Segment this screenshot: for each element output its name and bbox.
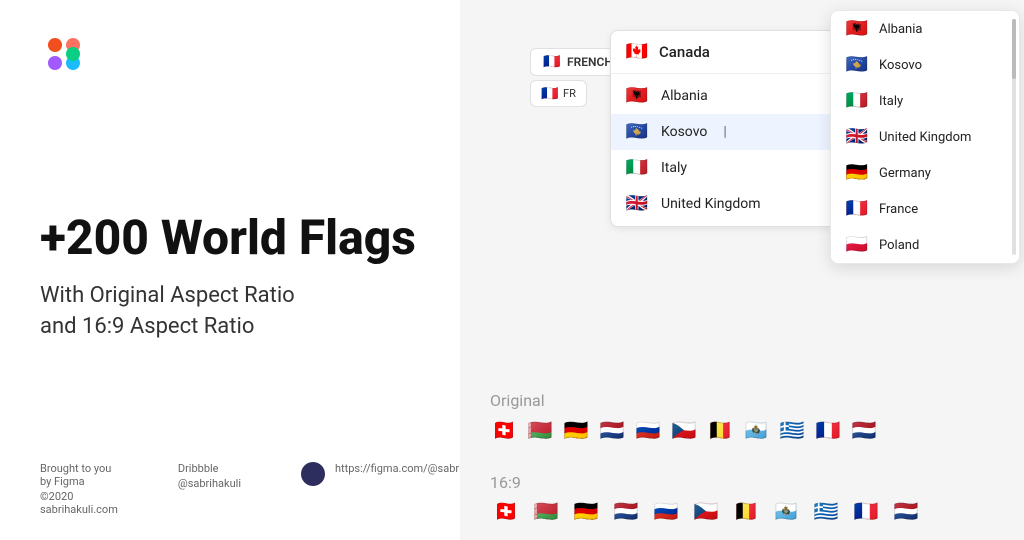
flag169-nl2: 🇳🇱 — [890, 502, 922, 520]
ratio-flags-row: 🇨🇭 🇧🇾 🇩🇪 🇳🇱 🇷🇺 🇨🇿 🇧🇪 🇸🇲 🇬🇷 🇫🇷 🇳🇱 — [490, 502, 1014, 520]
right-item-italy[interactable]: 🇮🇹 Italy — [831, 83, 1019, 119]
right-italy-flag: 🇮🇹 — [845, 93, 869, 109]
french-button-label: FRENCH — [567, 55, 613, 69]
original-flags-row: 🇨🇭 🇧🇾 🇩🇪 🇳🇱 🇷🇺 🇨🇿 🇧🇪 🇸🇲 🇬🇷 🇫🇷 🇳🇱 — [490, 420, 1014, 440]
flag-nl: 🇳🇱 — [598, 420, 626, 440]
uk-flag-main: 🇬🇧 — [625, 196, 649, 212]
fr-badge[interactable]: 🇫🇷 FR — [530, 80, 587, 107]
right-germany-flag: 🇩🇪 — [845, 165, 869, 181]
canada-flag-icon: 🇨🇦 — [625, 44, 649, 60]
right-france-flag: 🇫🇷 — [845, 201, 869, 217]
right-item-albania[interactable]: 🇦🇱 Albania — [831, 11, 1019, 47]
ratio-section: 16:9 🇨🇭 🇧🇾 🇩🇪 🇳🇱 🇷🇺 🇨🇿 🇧🇪 🇸🇲 🇬🇷 🇫🇷 🇳🇱 — [490, 473, 1014, 520]
right-item-poland[interactable]: 🇵🇱 Poland — [831, 227, 1019, 263]
original-section: Original 🇨🇭 🇧🇾 🇩🇪 🇳🇱 🇷🇺 🇨🇿 🇧🇪 🇸🇲 🇬🇷 🇫🇷 🇳… — [490, 391, 1014, 440]
flag169-ru: 🇷🇺 — [650, 502, 682, 520]
right-item-france[interactable]: 🇫🇷 France — [831, 191, 1019, 227]
flag-be: 🇧🇪 — [706, 420, 734, 440]
dribbble-link[interactable]: @sabrihakuli — [178, 477, 241, 490]
dropdown-item-albania[interactable]: 🇦🇱 Albania — [611, 78, 859, 114]
flag169-be: 🇧🇪 — [730, 502, 762, 520]
italy-label: Italy — [661, 160, 687, 176]
albania-label: Albania — [661, 88, 708, 104]
subtitle: With Original Aspect Ratioand 16:9 Aspec… — [40, 281, 420, 343]
right-albania-label: Albania — [879, 22, 922, 37]
scrollbar[interactable] — [1012, 19, 1016, 255]
right-panel: 🇫🇷 FRENCH 🇫🇷 FR 🇨🇦 Canada ▼ 🇦🇱 Albania 🇽… — [460, 0, 1024, 540]
uk-label: United Kingdom — [661, 196, 761, 212]
right-item-uk[interactable]: 🇬🇧 United Kingdom — [831, 119, 1019, 155]
flag169-cz: 🇨🇿 — [690, 502, 722, 520]
flag169-de: 🇩🇪 — [570, 502, 602, 520]
right-italy-label: Italy — [879, 94, 903, 109]
flag169-nl: 🇳🇱 — [610, 502, 642, 520]
scrollbar-thumb — [1012, 19, 1016, 79]
dropdown-selected[interactable]: 🇨🇦 Canada ▼ — [611, 31, 859, 74]
right-uk-label: United Kingdom — [879, 130, 971, 145]
left-panel: +200 World Flags With Original Aspect Ra… — [0, 0, 460, 540]
cursor-indicator: | — [723, 124, 726, 140]
footer: Brought to you by Figma ©2020 sabrihakul… — [40, 462, 491, 516]
ratio-label: 16:9 — [490, 473, 1014, 492]
footer-credit: Brought to you by Figma ©2020 sabrihakul… — [40, 462, 118, 516]
flag-fr-row: 🇫🇷 — [814, 420, 842, 440]
kosovo-label: Kosovo — [661, 124, 707, 140]
footer-dribbble: Dribbble @sabrihakuli — [178, 462, 241, 516]
right-uk-flag: 🇬🇧 — [845, 129, 869, 145]
figma-logo — [40, 30, 420, 102]
main-dropdown[interactable]: 🇨🇦 Canada ▼ 🇦🇱 Albania 🇽🇰 Kosovo | 🇮🇹 It… — [610, 30, 860, 227]
right-item-kosovo[interactable]: 🇽🇰 Kosovo — [831, 47, 1019, 83]
dropdown-list: 🇦🇱 Albania 🇽🇰 Kosovo | 🇮🇹 Italy 🇬🇧 Unite… — [611, 74, 859, 226]
dropdown-item-kosovo[interactable]: 🇽🇰 Kosovo | — [611, 114, 859, 150]
right-poland-label: Poland — [879, 238, 919, 253]
flag169-sm: 🇸🇲 — [770, 502, 802, 520]
flag169-ch: 🇨🇭 — [490, 502, 522, 520]
right-kosovo-label: Kosovo — [879, 58, 922, 73]
selected-country-label: Canada — [659, 43, 710, 61]
flag-nl2: 🇳🇱 — [850, 420, 878, 440]
flag-ch: 🇨🇭 — [490, 420, 518, 440]
flag-ru: 🇷🇺 — [634, 420, 662, 440]
right-poland-flag: 🇵🇱 — [845, 237, 869, 253]
dropdown-item-italy[interactable]: 🇮🇹 Italy — [611, 150, 859, 186]
right-kosovo-flag: 🇽🇰 — [845, 57, 869, 73]
right-item-germany[interactable]: 🇩🇪 Germany — [831, 155, 1019, 191]
italy-flag: 🇮🇹 — [625, 160, 649, 176]
original-label: Original — [490, 391, 1014, 410]
avatar — [301, 462, 325, 486]
dropdown-item-uk[interactable]: 🇬🇧 United Kingdom — [611, 186, 859, 222]
kosovo-flag: 🇽🇰 — [625, 124, 649, 140]
right-germany-label: Germany — [879, 166, 931, 181]
flag169-gr: 🇬🇷 — [810, 502, 842, 520]
fr-badge-flag: 🇫🇷 — [541, 88, 559, 100]
right-france-label: France — [879, 202, 918, 217]
flag-cz: 🇨🇿 — [670, 420, 698, 440]
flag-gr: 🇬🇷 — [778, 420, 806, 440]
french-button-flag: 🇫🇷 — [543, 56, 561, 68]
main-title: +200 World Flags — [40, 212, 420, 265]
flag169-by: 🇧🇾 — [530, 502, 562, 520]
flag169-fr: 🇫🇷 — [850, 502, 882, 520]
flag-de: 🇩🇪 — [562, 420, 590, 440]
right-dropdown: 🇦🇱 Albania 🇽🇰 Kosovo 🇮🇹 Italy 🇬🇧 United … — [830, 10, 1020, 264]
albania-flag: 🇦🇱 — [625, 88, 649, 104]
flag-sm: 🇸🇲 — [742, 420, 770, 440]
flag-by: 🇧🇾 — [526, 420, 554, 440]
fr-badge-label: FR — [563, 87, 576, 100]
right-albania-flag: 🇦🇱 — [845, 21, 869, 37]
footer-website-link[interactable]: ©2020 sabrihakuli.com — [40, 490, 118, 516]
